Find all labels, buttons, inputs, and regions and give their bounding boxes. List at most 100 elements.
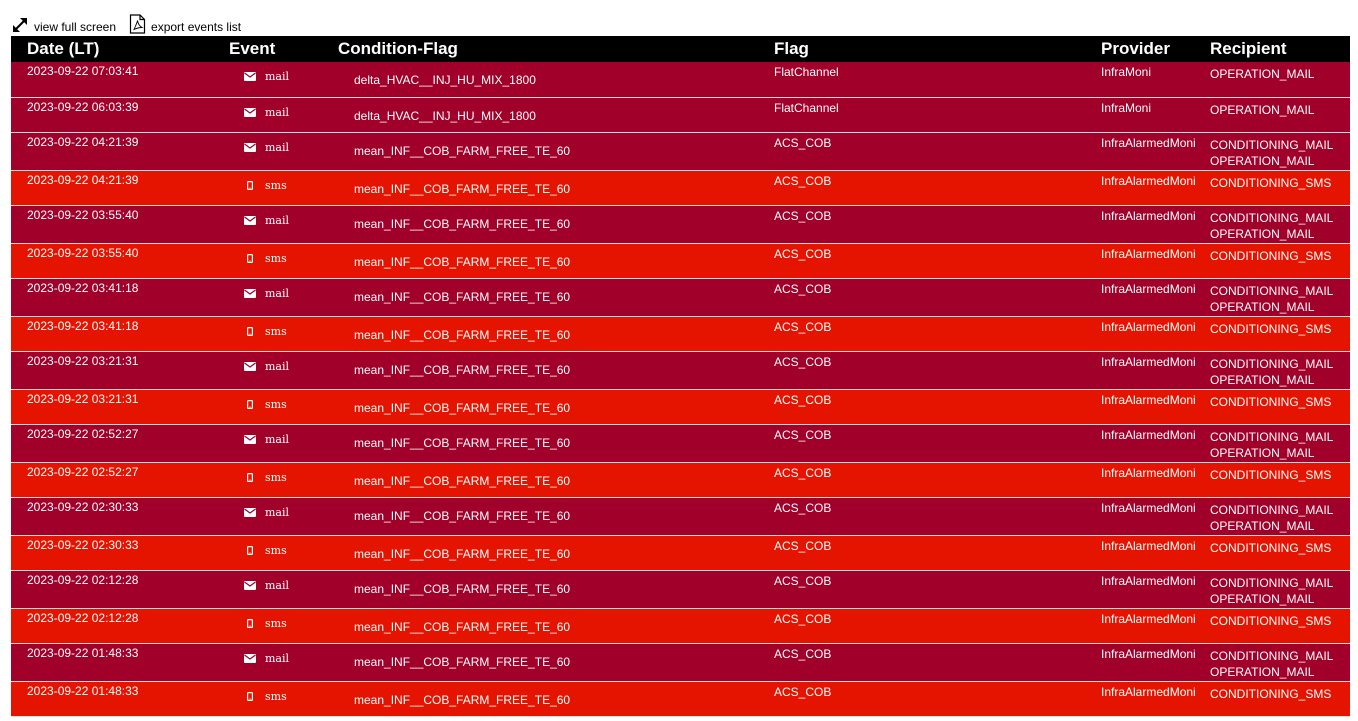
condition-flag-cell: mean_INF__COB_FARM_FREE_TE_60	[338, 278, 774, 317]
event-label: sms	[265, 616, 287, 630]
expand-icon	[11, 16, 29, 34]
table-row[interactable]: 2023-09-22 04:21:39 mail mean_INF__COB_F…	[11, 132, 1350, 171]
provider-cell: InfraAlarmedMoni	[1101, 243, 1210, 279]
event-label: sms	[265, 397, 287, 411]
export-events-button[interactable]: export events list	[129, 14, 241, 34]
event-label: sms	[265, 251, 287, 265]
date-value: 2023-09-22 03:55:40	[27, 207, 139, 222]
event-cell: mail	[229, 643, 338, 682]
mobile-phone-icon	[244, 253, 256, 264]
flag-value: ACS_COB	[774, 573, 832, 588]
table-row[interactable]: 2023-09-22 03:41:18 sms mean_INF__COB_FA…	[11, 316, 1350, 352]
recipient-value: CONDITIONING_SMS	[1210, 467, 1332, 482]
recipient-cell: CONDITIONING_MAIL OPERATION_MAIL	[1210, 351, 1350, 390]
provider-cell: InfraAlarmedMoni	[1101, 497, 1210, 536]
flag-cell: ACS_COB	[774, 132, 1101, 171]
table-row[interactable]: 2023-09-22 07:03:41 mail delta_HVAC__INJ…	[11, 62, 1350, 98]
provider-value: InfraAlarmedMoni	[1101, 135, 1196, 150]
column-header-date[interactable]: Date (LT)	[11, 36, 229, 62]
event-label: mail	[265, 105, 290, 119]
condition-flag-value: mean_INF__COB_FARM_FREE_TE_60	[354, 254, 571, 269]
flag-cell: ACS_COB	[774, 535, 1101, 571]
date-value: 2023-09-22 02:12:28	[27, 610, 139, 625]
event-label: mail	[265, 70, 290, 83]
mobile-phone-icon	[244, 399, 256, 410]
date-value: 2023-09-22 03:21:31	[27, 353, 139, 368]
recipient-cell: CONDITIONING_SMS	[1210, 462, 1350, 498]
event-cell: sms	[229, 535, 338, 571]
recipient-value: OPERATION_MAIL	[1210, 372, 1315, 387]
table-row[interactable]: 2023-09-22 03:55:40 mail mean_INF__COB_F…	[11, 205, 1350, 244]
flag-cell: ACS_COB	[774, 497, 1101, 536]
flag-cell: ACS_COB	[774, 351, 1101, 390]
table-row[interactable]: 2023-09-22 03:21:31 sms mean_INF__COB_FA…	[11, 389, 1350, 425]
condition-flag-cell: mean_INF__COB_FARM_FREE_TE_60	[338, 608, 774, 644]
table-row[interactable]: 2023-09-22 01:48:33 sms mean_INF__COB_FA…	[11, 681, 1350, 717]
table-row[interactable]: 2023-09-22 03:41:18 mail mean_INF__COB_F…	[11, 278, 1350, 317]
event-label: mail	[265, 140, 290, 154]
table-row[interactable]: 2023-09-22 02:52:27 mail mean_INF__COB_F…	[11, 424, 1350, 463]
event-cell: mail	[229, 278, 338, 317]
recipient-value: OPERATION_MAIL	[1210, 102, 1315, 117]
column-header-provider[interactable]: Provider	[1101, 36, 1210, 62]
pdf-file-icon	[129, 14, 146, 34]
provider-cell: InfraAlarmedMoni	[1101, 570, 1210, 609]
recipient-cell: CONDITIONING_SMS	[1210, 316, 1350, 352]
recipient-value: OPERATION_MAIL	[1210, 518, 1315, 533]
date-cell: 2023-09-22 02:12:28	[11, 570, 229, 609]
table-row[interactable]: 2023-09-22 02:30:33 sms mean_INF__COB_FA…	[11, 535, 1350, 571]
envelope-icon	[244, 507, 256, 518]
table-row[interactable]: 2023-09-22 02:52:27 sms mean_INF__COB_FA…	[11, 462, 1350, 498]
condition-flag-cell: mean_INF__COB_FARM_FREE_TE_60	[338, 389, 774, 425]
date-value: 2023-09-22 01:48:33	[27, 645, 139, 660]
date-value: 2023-09-22 02:30:33	[27, 537, 139, 552]
provider-cell: InfraAlarmedMoni	[1101, 205, 1210, 244]
provider-value: InfraAlarmedMoni	[1101, 392, 1196, 407]
event-label: sms	[265, 178, 287, 192]
table-row[interactable]: 2023-09-22 06:03:39 mail delta_HVAC__INJ…	[11, 97, 1350, 133]
table-row[interactable]: 2023-09-22 01:48:33 mail mean_INF__COB_F…	[11, 643, 1350, 682]
mobile-phone-icon	[244, 180, 256, 191]
flag-value: ACS_COB	[774, 135, 832, 150]
table-row[interactable]: 2023-09-22 03:21:31 mail mean_INF__COB_F…	[11, 351, 1350, 390]
provider-cell: InfraAlarmedMoni	[1101, 462, 1210, 498]
date-value: 2023-09-22 07:03:41	[27, 64, 139, 78]
recipient-value: CONDITIONING_MAIL	[1210, 137, 1334, 152]
table-row[interactable]: 2023-09-22 02:30:33 mail mean_INF__COB_F…	[11, 497, 1350, 536]
column-header-flag[interactable]: Flag	[774, 36, 1101, 62]
column-header-event[interactable]: Event	[229, 36, 338, 62]
event-cell: sms	[229, 243, 338, 279]
flag-value: ACS_COB	[774, 646, 832, 661]
provider-cell: InfraAlarmedMoni	[1101, 608, 1210, 644]
condition-flag-cell: mean_INF__COB_FARM_FREE_TE_60	[338, 681, 774, 717]
mobile-phone-icon	[244, 545, 256, 556]
date-value: 2023-09-22 01:48:33	[27, 683, 139, 698]
view-full-screen-button[interactable]: view full screen	[11, 16, 116, 34]
date-cell: 2023-09-22 02:52:27	[11, 462, 229, 498]
table-row[interactable]: 2023-09-22 03:55:40 sms mean_INF__COB_FA…	[11, 243, 1350, 279]
column-header-recipient[interactable]: Recipient	[1210, 36, 1350, 62]
table-row[interactable]: 2023-09-22 02:12:28 mail mean_INF__COB_F…	[11, 570, 1350, 609]
recipient-value: OPERATION_MAIL	[1210, 153, 1315, 168]
event-cell: sms	[229, 462, 338, 498]
recipient-value: OPERATION_MAIL	[1210, 664, 1315, 679]
provider-value: InfraAlarmedMoni	[1101, 500, 1196, 515]
date-value: 2023-09-22 04:21:39	[27, 172, 139, 187]
condition-flag-value: mean_INF__COB_FARM_FREE_TE_60	[354, 143, 571, 158]
event-cell: mail	[229, 497, 338, 536]
event-cell: mail	[229, 97, 338, 133]
provider-value: InfraMoni	[1101, 65, 1152, 79]
flag-value: ACS_COB	[774, 319, 832, 334]
event-cell: sms	[229, 170, 338, 206]
condition-flag-value: mean_INF__COB_FARM_FREE_TE_60	[354, 327, 571, 342]
flag-cell: ACS_COB	[774, 608, 1101, 644]
event-cell: mail	[229, 205, 338, 244]
flag-cell: FlatChannel	[774, 97, 1101, 133]
table-row[interactable]: 2023-09-22 02:12:28 sms mean_INF__COB_FA…	[11, 608, 1350, 644]
date-cell: 2023-09-22 02:52:27	[11, 424, 229, 463]
recipient-value: CONDITIONING_SMS	[1210, 540, 1332, 555]
event-label: sms	[265, 689, 287, 703]
provider-value: InfraMoni	[1101, 100, 1152, 115]
column-header-condition-flag[interactable]: Condition-Flag	[338, 36, 774, 62]
table-row[interactable]: 2023-09-22 04:21:39 sms mean_INF__COB_FA…	[11, 170, 1350, 206]
